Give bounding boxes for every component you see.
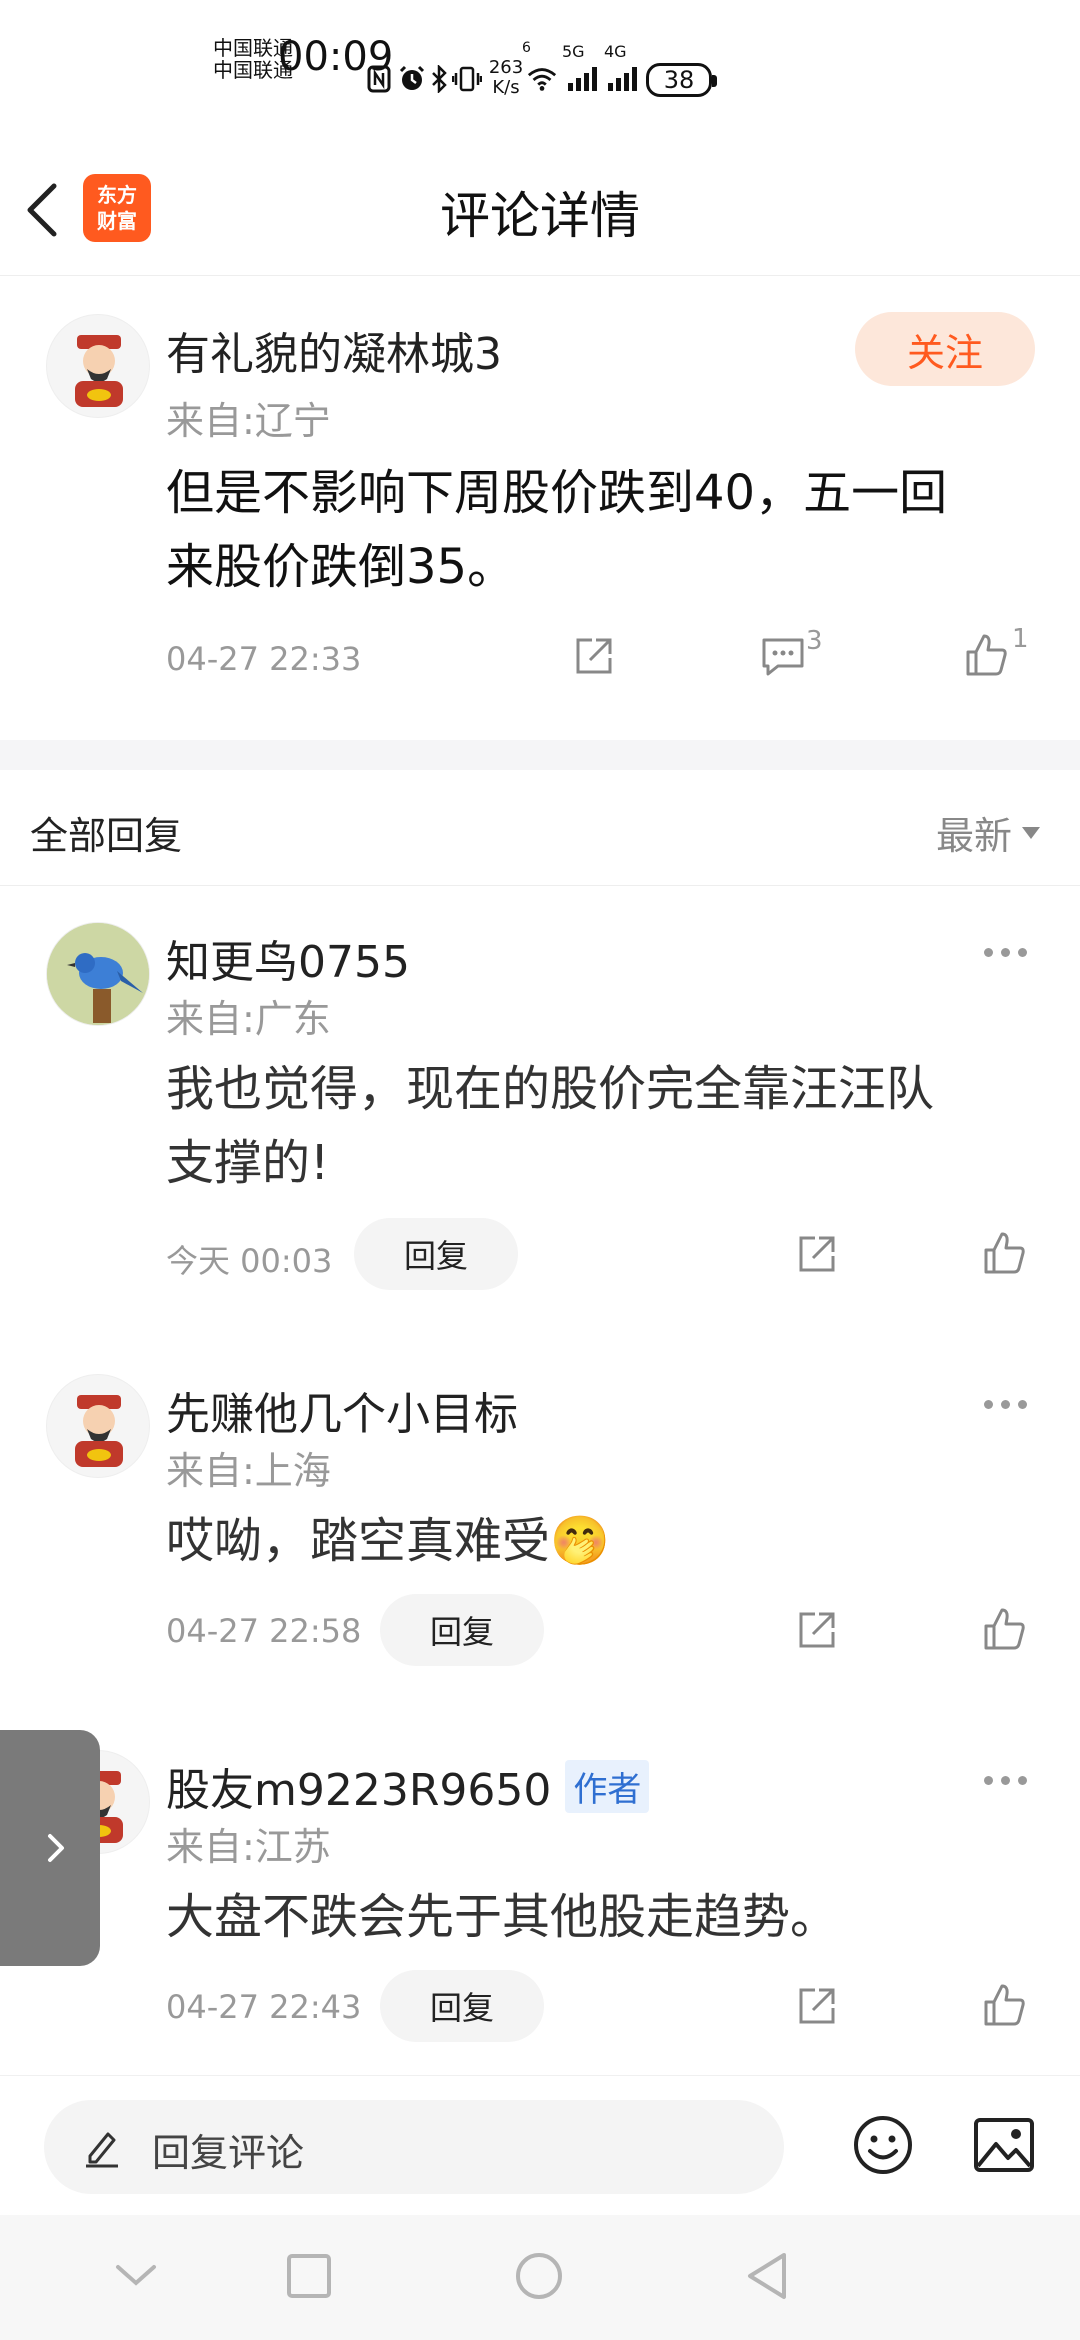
comment-text-line1: 但是不影响下周股价跌到40，五一回	[166, 465, 948, 521]
reply-input-placeholder: 回复评论	[152, 2131, 305, 2175]
reply-location: 来自:江苏	[166, 1825, 331, 1869]
comment-time: 04-27 22:33	[166, 640, 362, 678]
share-button[interactable]	[572, 634, 616, 678]
like-button[interactable]	[982, 1230, 1026, 1276]
more-dots-icon	[984, 1776, 1027, 1785]
nav-home-icon[interactable]	[514, 2251, 564, 2301]
comment-count: 3	[806, 626, 823, 656]
like-button[interactable]	[982, 1606, 1026, 1652]
nav-back-icon[interactable]	[744, 2251, 790, 2301]
reply-author-name[interactable]: 知更鸟0755	[166, 926, 410, 990]
reply-button[interactable]: 回复	[380, 1970, 544, 2042]
status-bar: 中国联通 中国联通 00:09 263 K/s 6 5G 4G 38	[0, 0, 1080, 150]
net-speed-value: 263	[488, 57, 524, 78]
chevron-right-icon	[48, 1834, 64, 1862]
sort-label: 最新	[936, 814, 1013, 858]
alarm-icon	[398, 58, 426, 100]
signal-1-icon	[566, 58, 598, 100]
more-options-button[interactable]	[984, 948, 1027, 957]
smiley-icon	[854, 2116, 912, 2174]
nfc-icon	[366, 58, 392, 100]
emoji-button[interactable]	[852, 2114, 914, 2176]
comment-icon	[762, 638, 804, 676]
thumbs-up-icon	[984, 1232, 1025, 1274]
reply-time: 04-27 22:58	[166, 1612, 362, 1650]
comment-text-line2: 来股价跌倒35。	[166, 539, 516, 595]
nav-recents-icon[interactable]	[286, 2253, 332, 2299]
side-expand-tab[interactable]	[0, 1730, 100, 1966]
battery-indicator: 38	[646, 63, 717, 97]
net-speed: 263 K/s	[488, 58, 524, 98]
avatar[interactable]	[46, 922, 150, 1026]
thumbs-up-icon	[984, 1608, 1025, 1650]
god-of-wealth-avatar-icon	[75, 335, 123, 407]
share-button[interactable]	[795, 1984, 839, 2028]
more-options-button[interactable]	[984, 1400, 1027, 1409]
share-icon	[576, 638, 612, 674]
like-button[interactable]	[982, 1982, 1026, 2028]
comment-author-name[interactable]: 有礼貌的凝林城3	[166, 318, 502, 382]
like-count: 1	[1012, 624, 1029, 654]
author-badge: 作者	[565, 1759, 650, 1813]
reply-input[interactable]: 回复评论	[44, 2100, 784, 2194]
signal-2-icon	[606, 58, 638, 100]
like-button[interactable]	[964, 632, 1008, 678]
vibrate-icon	[452, 58, 482, 100]
page-title: 评论详情	[440, 187, 640, 245]
system-nav-bar	[0, 2215, 1080, 2340]
wifi-label: 6	[522, 40, 531, 56]
share-button[interactable]	[795, 1608, 839, 1652]
share-icon	[799, 1988, 835, 2024]
bluebird-avatar-icon	[47, 923, 149, 1025]
caret-down-icon	[1022, 826, 1041, 839]
reply-time: 今天 00:03	[166, 1242, 333, 1280]
reply-location: 来自:上海	[166, 1449, 331, 1493]
god-of-wealth-avatar-icon	[75, 1395, 123, 1467]
reply-author-row: 股友m9223R9650 作者	[166, 1754, 650, 1818]
comment-location: 来自:辽宁	[166, 399, 331, 443]
pencil-icon	[86, 2132, 118, 2168]
reply-text-line1: 我也觉得，现在的股价完全靠汪汪队	[166, 1061, 935, 1117]
reply-author-name[interactable]: 股友m9223R9650	[166, 1754, 551, 1818]
follow-button[interactable]: 关注	[855, 312, 1035, 386]
comment-text: 但是不影响下周股价跌到40，五一回 来股价跌倒35。	[166, 456, 1026, 604]
image-button[interactable]	[972, 2116, 1036, 2174]
more-dots-icon	[984, 1400, 1027, 1409]
net-speed-unit: K/s	[492, 77, 520, 98]
more-dots-icon	[984, 948, 1027, 957]
more-options-button[interactable]	[984, 1776, 1027, 1785]
reply-text: 我也觉得，现在的股价完全靠汪汪队 支撑的!	[166, 1052, 1026, 1200]
share-icon	[799, 1236, 835, 1272]
share-button[interactable]	[795, 1232, 839, 1276]
share-icon	[799, 1612, 835, 1648]
avatar[interactable]	[46, 314, 150, 418]
thumbs-up-icon	[966, 634, 1007, 676]
reply-button[interactable]: 回复	[380, 1594, 544, 1666]
reply-location: 来自:广东	[166, 997, 331, 1041]
replies-section-title: 全部回复	[30, 814, 183, 858]
nav-collapse-icon[interactable]	[114, 2261, 158, 2289]
reply-text-line2: 支撑的!	[166, 1135, 330, 1191]
reply-text: 大盘不跌会先于其他股走趋势。	[166, 1889, 839, 1945]
reply-text: 哎呦，踏空真难受🤭	[166, 1513, 610, 1569]
avatar[interactable]	[46, 1374, 150, 1478]
reply-button[interactable]: 回复	[354, 1218, 518, 1290]
reply-author-name[interactable]: 先赚他几个小目标	[166, 1378, 518, 1442]
reply-time: 04-27 22:43	[166, 1988, 362, 2026]
bluetooth-icon	[430, 58, 448, 100]
wifi-icon	[526, 58, 558, 100]
section-divider	[0, 740, 1080, 770]
comment-button[interactable]	[760, 634, 806, 678]
image-icon	[974, 2118, 1034, 2172]
thumbs-up-icon	[984, 1984, 1025, 2026]
sort-dropdown[interactable]: 最新	[936, 805, 1042, 860]
